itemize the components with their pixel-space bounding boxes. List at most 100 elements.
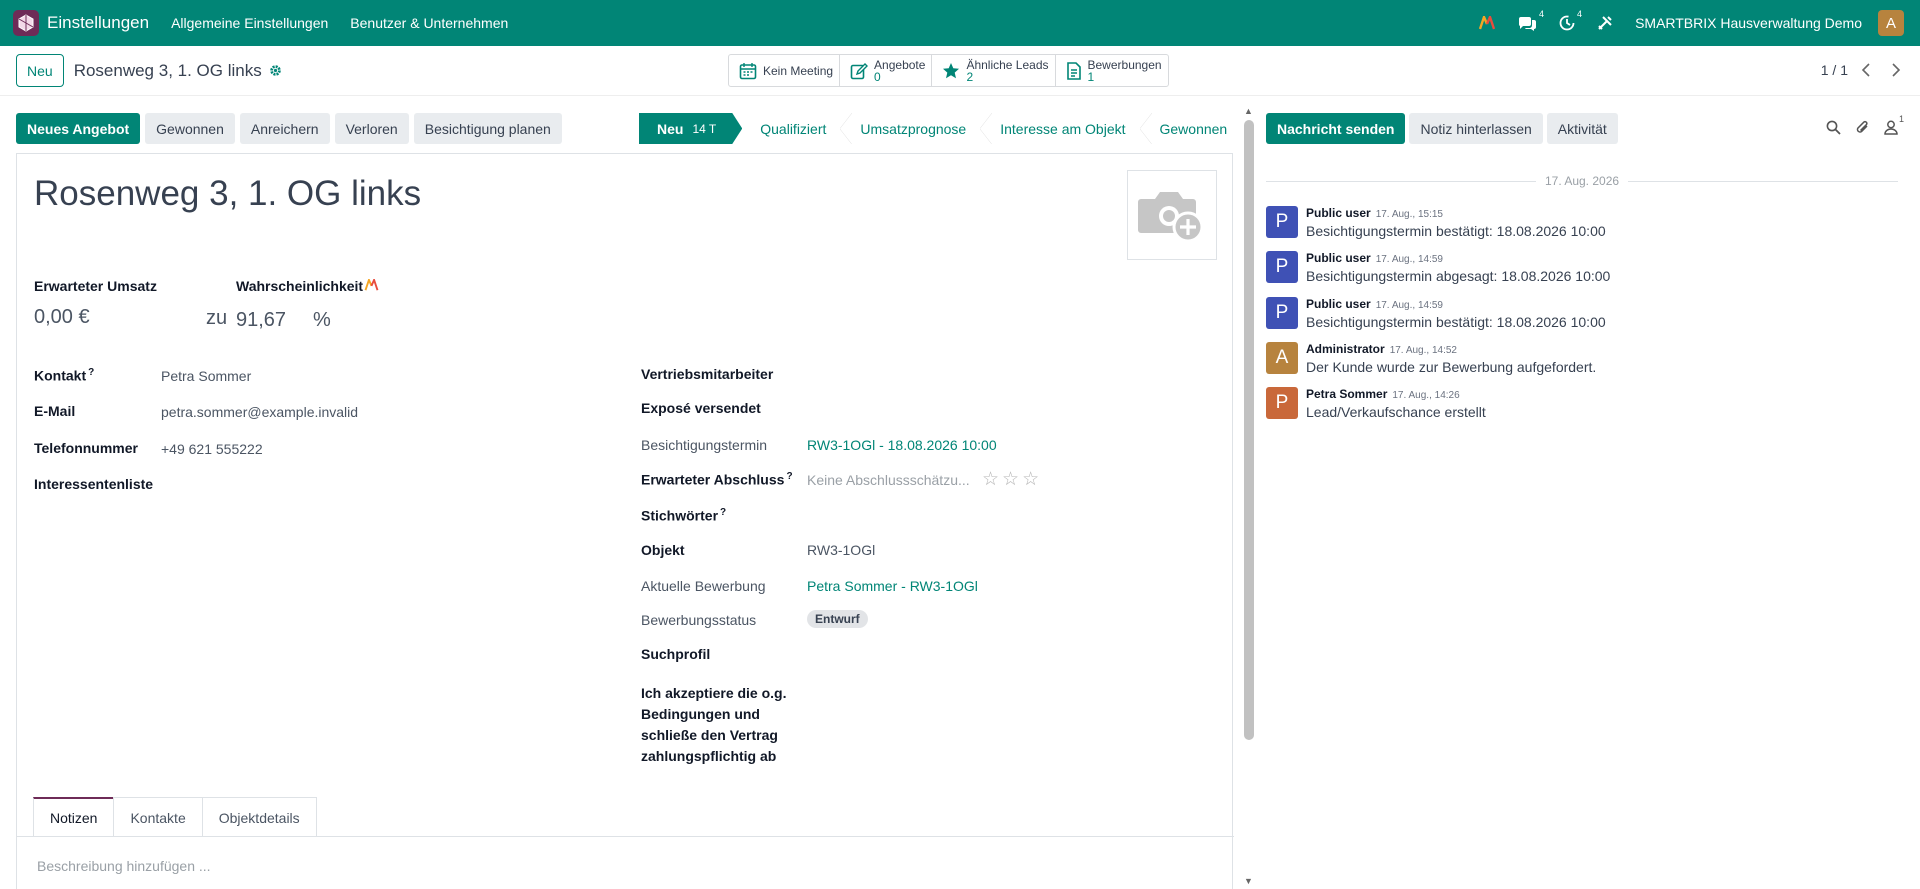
apps-menu-icon[interactable] (13, 10, 39, 36)
search-profile-field[interactable] (807, 646, 1207, 664)
message-body: Der Kunde wurde zur Bewerbung aufgeforde… (1306, 359, 1597, 375)
smart-button-offers-value: 0 (874, 69, 881, 84)
stage-statusbar: Neu 14 T Qualifiziert Umsatzprognose Int… (639, 113, 1244, 144)
probability-percent: % (313, 309, 331, 331)
scroll-down-icon[interactable]: ▼ (1244, 876, 1253, 886)
phone-field[interactable]: +49 621 555222 (161, 441, 263, 457)
menu-users-companies[interactable]: Benutzer & Unternehmen (350, 15, 508, 31)
contact-help-icon[interactable]: ? (88, 367, 94, 378)
followers-icon[interactable]: 1 (1884, 114, 1904, 135)
email-field[interactable]: petra.sommer@example.invalid (161, 404, 358, 420)
stage-interest[interactable]: Interesse am Objekt (980, 113, 1142, 144)
form-scrollbar[interactable]: ▲ ▼ (1242, 106, 1256, 889)
pager-next-button[interactable] (1882, 55, 1910, 85)
image-upload[interactable] (1127, 170, 1217, 260)
user-avatar[interactable]: A (1878, 10, 1904, 36)
stage-won[interactable]: Gewonnen (1139, 113, 1244, 144)
accept-terms-checkbox[interactable] (807, 683, 827, 701)
message-date: 17. Aug., 15:15 (1375, 209, 1443, 220)
message-author[interactable]: Public user 17. Aug., 14:59 (1306, 251, 1443, 265)
star-empty-icon[interactable]: ☆ (982, 468, 999, 491)
expected-revenue-field[interactable]: 0,00 € (34, 306, 90, 329)
menu-general-settings[interactable]: Allgemeine Einstellungen (171, 15, 328, 31)
stage-forecast[interactable]: Umsatzprognose (840, 113, 983, 144)
paperclip-icon[interactable] (1855, 120, 1870, 135)
activity-button[interactable]: Aktivität (1546, 113, 1618, 144)
search-icon[interactable] (1826, 120, 1841, 135)
current-application-field[interactable]: Petra Sommer - RW3-1OGl (807, 578, 978, 594)
message-body: Besichtigungstermin abgesagt: 18.08.2026… (1306, 268, 1611, 284)
debug-tools-icon[interactable] (1597, 15, 1613, 31)
message-date: 17. Aug., 14:26 (1392, 390, 1460, 401)
smart-button-offers-label: Angebote (874, 57, 926, 72)
smart-button-meetings[interactable]: Kein Meeting (729, 55, 841, 86)
star-empty-icon[interactable]: ☆ (1022, 468, 1039, 491)
message-avatar[interactable]: A (1266, 342, 1298, 374)
lost-button[interactable]: Verloren (334, 113, 409, 144)
contact-field[interactable]: Petra Sommer (161, 368, 251, 384)
tab-contacts[interactable]: Kontakte (113, 797, 203, 837)
pager-value[interactable]: 1 / 1 (1821, 62, 1848, 78)
message-avatar[interactable]: P (1266, 387, 1298, 419)
chatter-message: P Public user 17. Aug., 15:15 Besichtigun… (1266, 206, 1886, 240)
smart-button-offers[interactable]: Angebote 0 (840, 55, 933, 86)
expose-sent-checkbox[interactable] (807, 400, 827, 418)
lead-name-field[interactable]: Rosenweg 3, 1. OG links (34, 174, 421, 214)
new-record-button[interactable]: Neu (16, 54, 64, 87)
message-author[interactable]: Administrator 17. Aug., 14:52 (1306, 342, 1457, 356)
tabs-divider (17, 836, 1234, 837)
priority-stars: ☆ ☆ ☆ (982, 468, 1039, 491)
stage-new[interactable]: Neu 14 T (639, 113, 742, 144)
probability-label: Wahrscheinlichkeit (236, 278, 364, 294)
smart-button-similar-leads-label: Ähnliche Leads (966, 57, 1049, 72)
send-message-button[interactable]: Nachricht senden (1266, 113, 1406, 144)
tab-object-details[interactable]: Objektdetails (201, 797, 317, 837)
message-avatar[interactable]: P (1266, 206, 1298, 238)
description-editor[interactable]: Beschreibung hinzufügen ... (37, 858, 211, 874)
interest-list-field[interactable] (161, 476, 461, 494)
enrich-button[interactable]: Anreichern (239, 113, 330, 144)
message-author[interactable]: Petra Sommer 17. Aug., 14:26 (1306, 387, 1460, 401)
viewing-field[interactable]: RW3-1OGl - 18.08.2026 10:00 (807, 437, 997, 453)
probability-field[interactable]: 91,67 (236, 309, 286, 332)
message-avatar[interactable]: P (1266, 297, 1298, 329)
new-offer-button[interactable]: Neues Angebot (16, 113, 141, 144)
messages-count: 4 (1539, 9, 1545, 19)
chatter-message: P Public user 17. Aug., 14:59 Besichtigun… (1266, 251, 1886, 285)
schedule-viewing-button[interactable]: Besichtigung planen (413, 113, 562, 144)
activities-icon[interactable]: 4 (1559, 9, 1582, 31)
smart-button-similar-leads[interactable]: Ähnliche Leads 2 (932, 55, 1056, 86)
gear-icon[interactable] (269, 64, 282, 77)
tags-field[interactable] (807, 507, 1207, 525)
email-label: E-Mail (34, 403, 76, 419)
message-author[interactable]: Public user 17. Aug., 14:59 (1306, 297, 1443, 311)
pager-previous-button[interactable] (1852, 55, 1880, 85)
expected-close-label: Erwarteter Abschluss? (641, 471, 793, 488)
expected-close-field[interactable]: Keine Abschlussschätzu... (807, 472, 970, 488)
chatter-toolbar: 1 (1826, 114, 1904, 135)
tab-notes[interactable]: Notizen (33, 797, 115, 837)
scroll-up-icon[interactable]: ▲ (1244, 106, 1253, 116)
smart-button-applications[interactable]: Bewerbungen 1 (1056, 55, 1168, 86)
expected-close-help-icon[interactable]: ? (786, 471, 792, 482)
won-button[interactable]: Gewonnen (145, 113, 235, 144)
salesperson-field[interactable] (807, 366, 1207, 384)
messages-icon[interactable]: 4 (1517, 9, 1544, 31)
odoo-ai-icon[interactable] (1479, 16, 1496, 30)
smart-button-applications-value: 1 (1087, 69, 1095, 84)
activities-count: 4 (1577, 9, 1583, 19)
company-switcher[interactable]: SMARTBRIX Hausverwaltung Demo (1635, 15, 1862, 31)
chatter-buttons: Nachricht senden Notiz hinterlassen Akti… (1266, 113, 1622, 144)
message-avatar[interactable]: P (1266, 251, 1298, 283)
stage-qualified[interactable]: Qualifiziert (742, 113, 843, 144)
tags-help-icon[interactable]: ? (720, 507, 726, 518)
probability-at-label: zu (206, 307, 228, 329)
phone-label: Telefonnummer (34, 440, 138, 456)
salesperson-label: Vertriebsmitarbeiter (641, 366, 774, 382)
message-author[interactable]: Public user 17. Aug., 15:15 (1306, 206, 1443, 220)
object-field[interactable]: RW3-1OGl (807, 542, 875, 558)
app-name[interactable]: Einstellungen (47, 13, 149, 33)
log-note-button[interactable]: Notiz hinterlassen (1409, 113, 1543, 144)
star-empty-icon[interactable]: ☆ (1002, 468, 1019, 491)
scrollbar-thumb[interactable] (1244, 120, 1254, 740)
